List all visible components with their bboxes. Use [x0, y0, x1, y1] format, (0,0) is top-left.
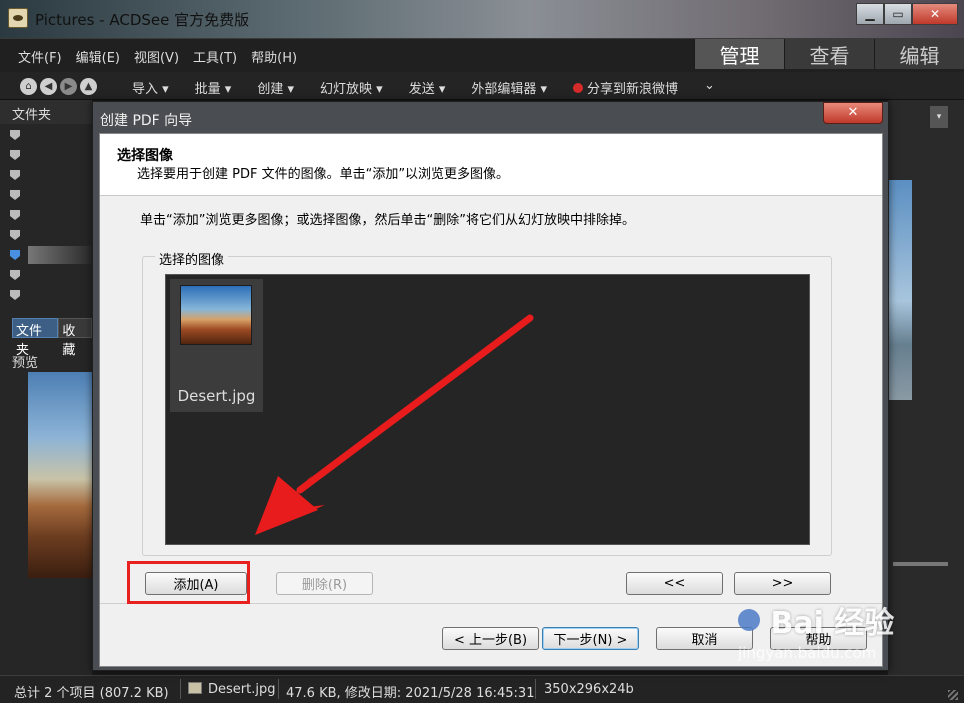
folders-panel-title: 文件夹 [0, 100, 92, 124]
weibo-icon [573, 83, 584, 93]
dialog-title: 创建 PDF 向导 [100, 113, 193, 129]
nav-buttons: ⌂ ◀ ▶ ▲ [20, 78, 97, 95]
title-bar: Pictures - ACDSee 官方免费版 ▁ ▭ ✕ [0, 0, 964, 38]
status-file-name: Desert.jpg [208, 682, 276, 697]
watermark-logo: Bai 经验 [738, 598, 894, 642]
toolbar-import[interactable]: 导入 ▾ [132, 78, 169, 97]
tree-node-icon[interactable] [10, 190, 20, 200]
tree-node-icon[interactable] [10, 170, 20, 180]
home-icon[interactable]: ⌂ [20, 78, 37, 95]
tab-favorites[interactable]: 收藏 [58, 318, 92, 358]
folder-tree [10, 130, 20, 300]
dialog-close-button[interactable]: ✕ [823, 102, 883, 124]
window-controls: ▁ ▭ ✕ [856, 3, 958, 25]
status-divider [535, 679, 536, 699]
menu-tools[interactable]: 工具(T) [193, 47, 237, 66]
toolbar-share-weibo[interactable]: 分享到新浪微博 [573, 78, 678, 97]
resize-grip[interactable] [948, 690, 958, 700]
move-right-button[interactable]: >> [734, 572, 831, 595]
tree-node-icon[interactable] [10, 130, 20, 140]
tree-node-icon[interactable] [10, 270, 20, 280]
menu-items: 文件(F) 编辑(E) 视图(V) 工具(T) 帮助(H) [18, 47, 297, 66]
tree-node-icon[interactable] [10, 150, 20, 160]
path-dropdown-icon[interactable]: ▾ [930, 106, 948, 128]
status-dimensions: 350x296x24b [544, 682, 634, 697]
image-thumbnail-item[interactable]: Desert.jpg [170, 279, 263, 412]
toolbar: ⌂ ◀ ▶ ▲ 导入 ▾ 批量 ▾ 创建 ▾ 幻灯放映 ▾ 发送 ▾ 外部编辑器… [0, 72, 964, 100]
status-divider [278, 679, 279, 699]
highlight-box [127, 561, 250, 604]
wizard-step-title: 选择图像 [117, 148, 173, 164]
back-button[interactable]: < 上一步(B) [442, 627, 539, 650]
up-icon[interactable]: ▲ [80, 78, 97, 95]
thumbnail-filename: Desert.jpg [177, 387, 256, 405]
status-bar: 总计 2 个项目 (807.2 KB) Desert.jpg 47.6 KB, … [0, 675, 964, 703]
left-panel-tabs: 文件夹 收藏 [12, 318, 92, 358]
toolbar-batch[interactable]: 批量 ▾ [195, 78, 232, 97]
left-panel: 文件夹 文件夹 收藏 预览 [0, 100, 92, 675]
mode-tabs: 管理 查看 编辑 [694, 39, 964, 69]
tree-node-icon[interactable] [10, 210, 20, 220]
selected-images-list[interactable]: Desert.jpg [165, 274, 810, 545]
tree-node-selected-icon[interactable] [10, 250, 20, 260]
next-button[interactable]: 下一步(N) > [542, 627, 639, 650]
desert-thumbnail-image [180, 285, 252, 345]
share-weibo-label: 分享到新浪微博 [587, 82, 679, 97]
window-title: Pictures - ACDSee 官方免费版 [35, 11, 250, 29]
mode-tab-view[interactable]: 查看 [784, 39, 874, 69]
status-total: 总计 2 个项目 (807.2 KB) [14, 686, 169, 701]
watermark-logo-text: Bai 经验 [770, 606, 895, 641]
wizard-step-description: 选择要用于创建 PDF 文件的图像。单击“添加”以浏览更多图像。 [137, 167, 510, 182]
status-file-info: 47.6 KB, 修改日期: 2021/5/28 16:45:31 [286, 686, 535, 701]
mode-tab-manage[interactable]: 管理 [694, 39, 784, 69]
selected-images-label: 选择的图像 [155, 249, 229, 268]
minimize-button[interactable]: ▁ [856, 3, 884, 25]
baidu-watermark: Bai 经验 jingyan.baidu.com [738, 598, 894, 662]
menu-view[interactable]: 视图(V) [134, 47, 179, 66]
back-icon[interactable]: ◀ [40, 78, 57, 95]
zoom-slider[interactable] [893, 562, 948, 566]
menu-help[interactable]: 帮助(H) [251, 47, 297, 66]
toolbar-slideshow[interactable]: 幻灯放映 ▾ [320, 78, 383, 97]
wizard-header: 选择图像 选择要用于创建 PDF 文件的图像。单击“添加”以浏览更多图像。 [100, 134, 882, 196]
move-left-button[interactable]: << [626, 572, 723, 595]
menu-file[interactable]: 文件(F) [18, 47, 62, 66]
tree-node-icon[interactable] [10, 290, 20, 300]
toolbar-items: 导入 ▾ 批量 ▾ 创建 ▾ 幻灯放映 ▾ 发送 ▾ 外部编辑器 ▾ 分享到新浪… [132, 78, 715, 97]
tree-selected-item[interactable] [28, 246, 92, 264]
menu-bar: 文件(F) 编辑(E) 视图(V) 工具(T) 帮助(H) 管理 查看 编辑 [0, 38, 964, 72]
baidu-paw-icon [738, 609, 760, 631]
acdsee-app-icon [8, 8, 28, 28]
toolbar-more-icon[interactable]: ⌄ [704, 78, 715, 97]
toolbar-send[interactable]: 发送 ▾ [409, 78, 446, 97]
instruction-text: 单击“添加”浏览更多图像；或选择图像，然后单击“删除”将它们从幻灯放映中排除掉。 [140, 213, 635, 228]
thumbnail-partial[interactable] [888, 180, 912, 400]
tab-folders[interactable]: 文件夹 [12, 318, 59, 358]
status-divider [180, 679, 181, 699]
image-file-icon [188, 682, 202, 694]
tree-node-icon[interactable] [10, 230, 20, 240]
close-button[interactable]: ✕ [912, 3, 958, 25]
forward-icon[interactable]: ▶ [60, 78, 77, 95]
preview-image [28, 372, 92, 578]
status-file: Desert.jpg [188, 682, 275, 697]
maximize-button[interactable]: ▭ [884, 3, 912, 25]
menu-edit[interactable]: 编辑(E) [76, 47, 120, 66]
watermark-url: jingyan.baidu.com [738, 644, 877, 662]
remove-button[interactable]: 删除(R) [276, 572, 373, 595]
mode-tab-edit[interactable]: 编辑 [874, 39, 964, 69]
toolbar-external-editor[interactable]: 外部编辑器 ▾ [471, 78, 547, 97]
toolbar-create[interactable]: 创建 ▾ [257, 78, 294, 97]
preview-title: 预览 [12, 356, 39, 371]
